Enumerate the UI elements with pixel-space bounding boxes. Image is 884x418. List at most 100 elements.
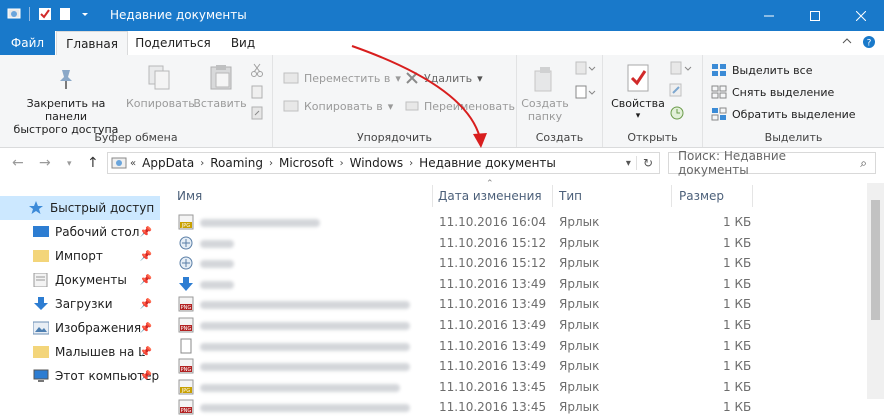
column-header-date[interactable]: Дата изменения (438, 183, 542, 208)
copy-path-icon[interactable] (250, 85, 264, 99)
chevron-right-icon[interactable]: › (197, 158, 207, 169)
move-to-button[interactable]: Переместить в ▾ (283, 71, 401, 85)
chevron-right-icon[interactable]: › (406, 158, 416, 169)
scrollbar-thumb[interactable] (871, 200, 880, 320)
search-placeholder: Поиск: Недавние документы (678, 149, 787, 177)
nav-item-pictures[interactable]: Изображения 📌 (0, 316, 160, 340)
network-folder-icon[interactable] (6, 6, 22, 22)
file-row[interactable]: 11.10.2016 13:49 Ярлык 1 КБ (172, 274, 752, 295)
organize-group-label: Упорядочить (356, 131, 433, 144)
breadcrumb-microsoft[interactable]: Microsoft (276, 156, 337, 170)
folder-icon (33, 250, 49, 262)
column-divider[interactable] (671, 185, 672, 207)
file-row[interactable]: 11.10.2016 15:12 Ярлык 1 КБ (172, 233, 752, 254)
properties-button[interactable]: Свойства ▾ (607, 97, 669, 123)
file-date: 11.10.2016 13:45 (439, 400, 547, 415)
chevron-down-icon: ▾ (635, 111, 641, 121)
nav-item-quick-access[interactable]: Быстрый доступ (0, 196, 160, 220)
close-button[interactable] (838, 0, 884, 31)
column-header-type[interactable]: Тип (559, 183, 582, 208)
paste-shortcut-icon[interactable] (250, 106, 264, 120)
copy-to-label: Копировать в (304, 99, 383, 113)
pin-icon: 📌 (139, 274, 152, 286)
tab-view[interactable]: Вид (218, 31, 268, 55)
collapse-ribbon-icon[interactable] (841, 35, 853, 47)
breadcrumb-recent-documents[interactable]: Недавние документы (416, 156, 559, 170)
file-row[interactable]: 11.10.2016 15:12 Ярлык 1 КБ (172, 253, 752, 274)
file-row[interactable]: 11.10.2016 13:49 Ярлык 1 КБ (172, 336, 752, 357)
refresh-icon[interactable]: ↻ (635, 156, 659, 170)
rename-icon (405, 101, 419, 111)
nav-item-documents[interactable]: Документы 📌 (0, 268, 160, 292)
address-bar-row: ← → ▾ ↑ « AppData › Roaming › Microsoft … (0, 148, 884, 179)
history-icon[interactable] (669, 105, 685, 121)
pictures-icon (33, 321, 49, 335)
paste-button[interactable]: Вставить (192, 97, 248, 110)
column-divider[interactable] (752, 185, 753, 207)
up-arrow-icon[interactable]: ↑ (87, 155, 99, 171)
copy-to-button[interactable]: Копировать в ▾ (283, 99, 393, 113)
open-icon[interactable] (669, 61, 693, 75)
open-group-label: Открыть (627, 131, 678, 144)
cut-icon[interactable] (250, 63, 264, 77)
new-folder-button[interactable]: Создать папку (517, 97, 573, 123)
svg-text:PNG: PNG (181, 408, 192, 414)
minimize-button[interactable] (746, 0, 792, 31)
column-header-size[interactable]: Размер (679, 183, 724, 208)
chevron-down-icon[interactable] (77, 6, 93, 22)
rename-button[interactable]: Переименовать (405, 99, 515, 113)
computer-icon (33, 369, 49, 382)
chevron-down-icon: ▾ (387, 99, 394, 113)
recent-locations-icon[interactable]: ▾ (67, 159, 72, 169)
search-input[interactable]: Поиск: Недавние документы ⌕ (668, 149, 876, 177)
qat-separator (29, 7, 30, 21)
file-row[interactable]: JPG 11.10.2016 13:45 Ярлык 1 КБ (172, 377, 752, 398)
address-bar[interactable]: « AppData › Roaming › Microsoft › Window… (107, 152, 660, 174)
invert-selection-button[interactable]: Обратить выделение (711, 107, 856, 121)
breadcrumb-windows[interactable]: Windows (347, 156, 407, 170)
file-row[interactable]: PNG 11.10.2016 13:49 Ярлык 1 КБ (172, 356, 752, 377)
tab-file[interactable]: Файл (0, 31, 55, 55)
delete-button[interactable]: Удалить ▾ (405, 71, 483, 85)
new-folder-label-line1: Создать (521, 97, 569, 110)
chevron-right-icon[interactable]: › (266, 158, 276, 169)
column-divider[interactable] (552, 185, 553, 207)
open-group: Свойства ▾ Открыть (603, 55, 703, 147)
overflow-chevron-icon[interactable]: « (127, 158, 139, 169)
file-row[interactable]: JPG 11.10.2016 16:04 Ярлык 1 КБ (172, 212, 752, 233)
edit-icon[interactable] (669, 83, 683, 97)
select-group: Выделить все Снять выделение Обратить вы… (703, 55, 884, 147)
properties-icon[interactable] (37, 6, 53, 22)
file-row[interactable]: PNG 11.10.2016 13:49 Ярлык 1 КБ (172, 315, 752, 336)
downloads-icon (34, 297, 48, 310)
file-row[interactable]: PNG 11.10.2016 13:45 Ярлык 1 КБ (172, 397, 752, 418)
nav-item-downloads[interactable]: Загрузки 📌 (0, 292, 160, 316)
forward-arrow-icon[interactable]: → (39, 155, 51, 171)
svg-text:PNG: PNG (181, 326, 192, 332)
organize-group: Переместить в ▾ Копировать в ▾ Удалить ▾… (273, 55, 517, 147)
easy-access-icon[interactable] (574, 85, 596, 99)
tab-home[interactable]: Главная (56, 31, 128, 56)
chevron-right-icon[interactable]: › (337, 158, 347, 169)
column-header-name[interactable]: Имя (177, 183, 202, 208)
nav-item-desktop[interactable]: Рабочий стол 📌 (0, 220, 160, 244)
back-arrow-icon[interactable]: ← (12, 155, 24, 171)
nav-item-malyshev[interactable]: Малышев на L 📌 (0, 340, 160, 364)
breadcrumb-appdata[interactable]: AppData (139, 156, 197, 170)
jpg-icon: JPG (178, 214, 194, 230)
copy-button[interactable]: Копировать (126, 97, 195, 110)
new-item-icon[interactable] (574, 61, 596, 75)
new-folder-icon[interactable] (57, 6, 73, 22)
help-icon[interactable]: ? (862, 35, 876, 49)
ribbon: Закрепить на панели быстрого доступа Коп… (0, 55, 884, 148)
nav-item-import[interactable]: Импорт 📌 (0, 244, 160, 268)
nav-item-this-pc[interactable]: Этот компьютер 📌 (0, 364, 160, 388)
breadcrumb-roaming[interactable]: Roaming (207, 156, 266, 170)
maximize-button[interactable] (792, 0, 838, 31)
select-none-button[interactable]: Снять выделение (711, 85, 834, 99)
chevron-down-icon[interactable]: ▾ (621, 158, 636, 169)
column-divider[interactable] (432, 185, 433, 207)
select-all-button[interactable]: Выделить все (711, 63, 812, 77)
file-row[interactable]: PNG 11.10.2016 13:49 Ярлык 1 КБ (172, 294, 752, 315)
tab-share[interactable]: Поделиться (130, 31, 216, 55)
